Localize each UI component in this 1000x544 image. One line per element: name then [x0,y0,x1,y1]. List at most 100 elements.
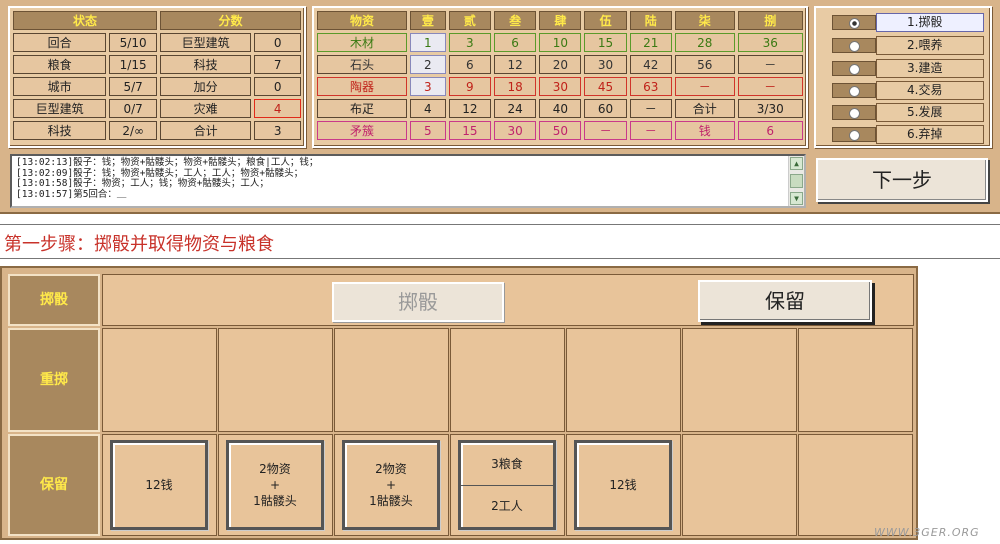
reroll-slot[interactable] [334,328,449,432]
watermark: WWW.3GER.ORG [874,526,980,539]
goods-header: 贰 [448,11,491,30]
scroll-down-icon[interactable]: ▼ [790,192,803,205]
option-trade[interactable]: 4.交易 [826,80,986,100]
goods-cell: 1 [410,33,446,52]
die-face-text: + [269,478,281,492]
kept-die[interactable]: 2物资 + 1骷髅头 [342,440,440,530]
scroll-up-icon[interactable]: ▲ [790,157,803,170]
radio-icon[interactable] [832,83,876,98]
log-scrollbar[interactable]: ▲ ▼ [788,156,804,206]
status-value: 0/7 [109,99,157,118]
goods-total-label: 合计 [674,99,735,118]
kept-die[interactable]: 3粮食 2工人 [458,440,556,530]
goods-header: 伍 [584,11,627,30]
goods-cell: 50 [539,121,582,140]
option-build[interactable]: 3.建造 [826,58,986,78]
die-face-text: + [385,478,397,492]
keep-slot [682,434,797,536]
keep-row-label: 保留 [8,434,100,536]
goods-header: 捌 [737,11,803,30]
radio-icon[interactable] [832,127,876,142]
score-header: 分数 [160,11,301,30]
keep-button[interactable]: 保留 [698,280,872,322]
goods-cell: － [629,99,672,118]
goods-cell: 24 [493,99,537,118]
option-develop[interactable]: 5.发展 [826,102,986,122]
log-line: [13:02:13]骰子：钱；物资+骷髅头；物资+骷髅头；粮食|工人；钱； [16,157,319,168]
goods-cell: 15 [584,33,627,52]
game-log[interactable]: [13:02:13]骰子：钱；物资+骷髅头；物资+骷髅头；粮食|工人；钱； [1… [10,154,806,208]
goods-header: 陆 [629,11,672,30]
reroll-slot[interactable] [798,328,913,432]
goods-cell: 30 [493,121,537,140]
option-label[interactable]: 1.掷骰 [876,13,984,32]
goods-cell: 5 [410,121,446,140]
status-label: 粮食 [13,55,107,74]
die-face-text: 3粮食 [461,443,553,486]
option-feed[interactable]: 2.喂养 [826,35,986,55]
status-label: 巨型建筑 [13,99,107,118]
goods-cell: 3 [448,33,491,52]
goods-cell: 42 [629,55,672,74]
option-label[interactable]: 4.交易 [876,81,984,100]
status-value: 5/7 [109,77,157,96]
kept-die[interactable]: 12钱 [574,440,672,530]
goods-cell: － [737,77,803,96]
goods-cell: 10 [539,33,582,52]
goods-cell: － [629,121,672,140]
option-label[interactable]: 3.建造 [876,59,984,78]
goods-box: 物资 壹 贰 叁 肆 伍 陆 柒 捌 木材 1 3 6 10 15 21 28 … [312,6,808,148]
goods-cell: 9 [448,77,491,96]
score-label: 灾难 [160,99,252,118]
goods-header: 肆 [539,11,582,30]
goods-name-pottery: 陶器 [317,77,407,96]
divider [0,258,1000,259]
coins-label: 钱 [674,121,735,140]
scroll-thumb[interactable] [790,174,803,188]
roll-row-label: 掷骰 [8,274,100,326]
status-value: 1/15 [109,55,157,74]
goods-name-cloth: 布疋 [317,99,407,118]
goods-header: 叁 [493,11,537,30]
reroll-slot[interactable] [218,328,333,432]
roll-button[interactable]: 掷骰 [332,282,504,322]
goods-cell: 36 [737,33,803,52]
option-label[interactable]: 2.喂养 [876,36,984,55]
reroll-slot[interactable] [566,328,681,432]
radio-icon[interactable] [832,38,876,53]
reroll-slot[interactable] [682,328,797,432]
die-face-text: 2工人 [491,499,523,514]
status-box: 状态 分数 回合 5/10 巨型建筑 0 粮食 1/15 科技 7 城市 5/7… [8,6,306,148]
option-label[interactable]: 5.发展 [876,103,984,122]
goods-cell: 45 [584,77,627,96]
reroll-slot[interactable] [102,328,217,432]
reroll-slot[interactable] [450,328,565,432]
goods-cell: － [584,121,627,140]
option-label[interactable]: 6.弃掉 [876,125,984,144]
die-face-text: 1骷髅头 [253,494,297,508]
score-label: 科技 [160,55,252,74]
kept-die[interactable]: 12钱 [110,440,208,530]
radio-selected-icon[interactable] [832,15,876,30]
option-discard[interactable]: 6.弃掉 [826,124,986,144]
goods-cell: 30 [539,77,582,96]
goods-name-stone: 石头 [317,55,407,74]
goods-cell: 12 [493,55,537,74]
step-title: 第一步骤：掷骰并取得物资与粮食 [4,234,274,255]
option-roll[interactable]: 1.掷骰 [826,12,986,32]
score-value: 7 [254,55,301,74]
kept-die[interactable]: 2物资 + 1骷髅头 [226,440,324,530]
score-value: 0 [254,33,301,52]
radio-icon[interactable] [832,61,876,76]
die-face-text: 2物资 [259,462,291,476]
goods-cell: 15 [448,121,491,140]
goods-cell: 18 [493,77,537,96]
goods-total-value: 3/30 [737,99,803,118]
dice-board: 掷骰 掷骰 保留 重掷 保留 12钱 2物资 + 1骷髅头 2物资 + 1骷髅头… [0,266,918,540]
reroll-row-label: 重掷 [8,328,100,432]
next-step-button[interactable]: 下一步 [816,158,988,202]
radio-icon[interactable] [832,105,876,120]
goods-cell: 28 [674,33,735,52]
log-line: [13:01:58]骰子：物资；工人；钱；物资+骷髅头；工人； [16,178,269,190]
goods-cell: 21 [629,33,672,52]
